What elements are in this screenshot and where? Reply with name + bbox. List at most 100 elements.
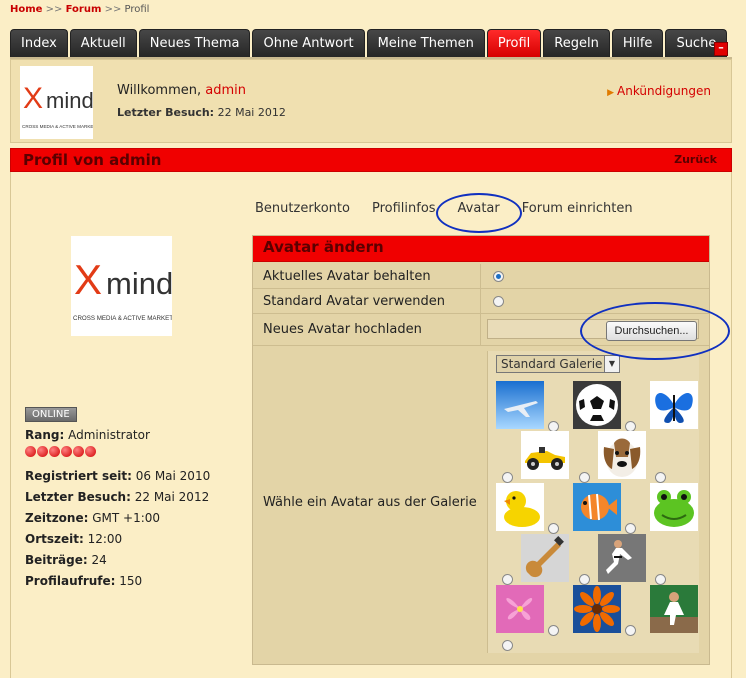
welcome-panel: X mind CROSS MEDIA & ACTIVE MARKETING Wi… — [10, 59, 732, 143]
stat-value: 150 — [119, 574, 143, 588]
main-nav-tabs: Index Aktuell Neues Thema Ohne Antwort M… — [10, 29, 728, 57]
tab-neues-thema[interactable]: Neues Thema — [138, 29, 251, 57]
rank-star-icon — [49, 446, 60, 457]
online-status-badge: ONLINE — [25, 407, 77, 422]
keep-avatar-radio[interactable] — [493, 271, 504, 282]
gallery-avatar-frog[interactable] — [650, 483, 698, 531]
stat-timezone: Zeitzone: GMT +1:00 — [25, 511, 210, 532]
site-logo: X mind CROSS MEDIA & ACTIVE MARKETING — [20, 66, 93, 139]
avatar-logo-mind: mind — [106, 266, 172, 301]
tab-profil[interactable]: Profil — [486, 29, 542, 57]
avatar-logo-x: X — [74, 256, 102, 303]
gallery-radio-last[interactable] — [502, 640, 513, 651]
avatar-change-panel: Avatar ändern Aktuelles Avatar behalten … — [252, 235, 710, 665]
row-divider — [480, 289, 481, 313]
stat-profile-views: Profilaufrufe: 150 — [25, 574, 210, 595]
announcements-link[interactable]: ▶ Ankündigungen — [607, 84, 711, 98]
breadcrumb-current: Profil — [124, 4, 150, 15]
breadcrumb-separator: >> — [45, 4, 63, 15]
stat-label: Zeitzone: — [25, 511, 89, 525]
last-visit-value: 22 Mai 2012 — [217, 106, 286, 119]
gallery-label: Wähle ein Avatar aus der Galerie — [263, 495, 477, 510]
annotation-circle-browse-button — [580, 302, 730, 360]
avatar-logo-tagline: CROSS MEDIA & ACTIVE MARKETING — [73, 315, 172, 322]
rank-label: Rang: — [25, 428, 65, 442]
subtab-benutzerkonto[interactable]: Benutzerkonto — [255, 201, 350, 216]
profile-header: Profil von admin Zurück — [10, 148, 732, 172]
gallery-radio-rubber-duck[interactable] — [548, 523, 559, 534]
standard-avatar-radio[interactable] — [493, 296, 504, 307]
tab-meine-themen[interactable]: Meine Themen — [366, 29, 485, 57]
gallery-avatar-soccer-ball[interactable] — [573, 381, 621, 429]
gallery-radio-frog-alt[interactable] — [655, 574, 666, 585]
welcome-username-link[interactable]: admin — [205, 83, 246, 98]
gallery-avatar-karate[interactable] — [598, 534, 646, 582]
gallery-avatar-stage-performer[interactable] — [650, 585, 698, 633]
gallery-radio-dog[interactable] — [579, 472, 590, 483]
minimize-button[interactable]: – — [714, 42, 728, 56]
stat-value: 24 — [91, 553, 107, 567]
subtab-profilinfos[interactable]: Profilinfos — [372, 201, 436, 216]
gallery-avatar-dog[interactable] — [598, 431, 646, 479]
stat-value: 22 Mai 2012 — [134, 490, 210, 504]
gallery-avatar-pink-flower[interactable] — [496, 585, 544, 633]
breadcrumb-forum-link[interactable]: Forum — [66, 4, 102, 15]
rank-star-icon — [37, 446, 48, 457]
option-keep-row: Aktuelles Avatar behalten — [253, 264, 709, 289]
standard-avatar-label: Standard Avatar verwenden — [263, 294, 445, 309]
logo-tagline: CROSS MEDIA & ACTIVE MARKETING — [22, 124, 93, 129]
logo-x: X — [23, 82, 43, 115]
rank: Rang: Administrator — [25, 428, 210, 442]
tab-hilfe[interactable]: Hilfe — [611, 29, 664, 57]
rank-star-icon — [25, 446, 36, 457]
gallery-select[interactable]: Standard Galerie ▼ — [496, 355, 620, 373]
rank-star-icon — [73, 446, 84, 457]
stat-value: 12:00 — [87, 532, 123, 546]
keep-avatar-label: Aktuelles Avatar behalten — [263, 269, 431, 284]
gallery-avatar-rubber-duck[interactable] — [496, 483, 544, 531]
subtab-forum-einrichten[interactable]: Forum einrichten — [522, 201, 633, 216]
welcome-text: Willkommen, admin — [117, 83, 246, 98]
gallery-radio-butterfly-alt[interactable] — [655, 472, 666, 483]
gallery-avatar-fish[interactable] — [573, 483, 621, 531]
option-gallery-row: Wähle ein Avatar aus der Galerie Standar… — [253, 346, 709, 660]
back-link[interactable]: Zurück — [674, 153, 717, 166]
rank-stars — [25, 446, 210, 457]
user-stats: Registriert seit: 06 Mai 2010 Letzter Be… — [25, 469, 210, 595]
tab-regeln[interactable]: Regeln — [543, 29, 610, 57]
gallery-radio-bass-guitar[interactable] — [502, 574, 513, 585]
logo-mind: mind — [46, 88, 93, 113]
stat-registered: Registriert seit: 06 Mai 2010 — [25, 469, 210, 490]
gallery-avatar-bass-guitar[interactable] — [521, 534, 569, 582]
tab-aktuell[interactable]: Aktuell — [69, 29, 137, 57]
gallery-avatar-butterfly[interactable] — [650, 381, 698, 429]
gallery-radio-karate[interactable] — [579, 574, 590, 585]
gallery-avatar-race-car[interactable] — [521, 431, 569, 479]
last-visit-label: Letzter Besuch: — [117, 106, 215, 119]
stat-label: Letzter Besuch: — [25, 490, 131, 504]
avatar-gallery: Standard Galerie ▼ — [487, 351, 699, 653]
upload-avatar-label: Neues Avatar hochladen — [263, 322, 422, 337]
annotation-circle-avatar-tab — [436, 193, 522, 233]
gallery-select-value: Standard Galerie — [501, 357, 603, 371]
stat-label: Profilaufrufe: — [25, 574, 116, 588]
tab-ohne-antwort[interactable]: Ohne Antwort — [252, 29, 365, 57]
stat-last-visit: Letzter Besuch: 22 Mai 2012 — [25, 490, 210, 511]
gallery-avatar-orange-flower[interactable] — [573, 585, 621, 633]
gallery-radio-orange-flower[interactable] — [625, 625, 636, 636]
row-divider — [480, 314, 481, 345]
welcome-greeting: Willkommen, — [117, 83, 202, 98]
stat-value: 06 Mai 2010 — [135, 469, 211, 483]
gallery-radio-race-car[interactable] — [502, 472, 513, 483]
user-avatar: X mind CROSS MEDIA & ACTIVE MARKETING — [71, 236, 172, 336]
breadcrumb: Home >> Forum >> Profil — [10, 4, 149, 15]
gallery-radio-fish[interactable] — [625, 523, 636, 534]
tab-index[interactable]: Index — [10, 29, 68, 57]
gallery-radio-pink-flower[interactable] — [548, 625, 559, 636]
avatar-panel-title: Avatar ändern — [253, 236, 709, 262]
gallery-avatar-airplane[interactable] — [496, 381, 544, 429]
stat-posts: Beiträge: 24 — [25, 553, 210, 574]
profile-title: Profil von admin — [23, 151, 162, 169]
breadcrumb-home-link[interactable]: Home — [10, 4, 42, 15]
stat-label: Registriert seit: — [25, 469, 132, 483]
